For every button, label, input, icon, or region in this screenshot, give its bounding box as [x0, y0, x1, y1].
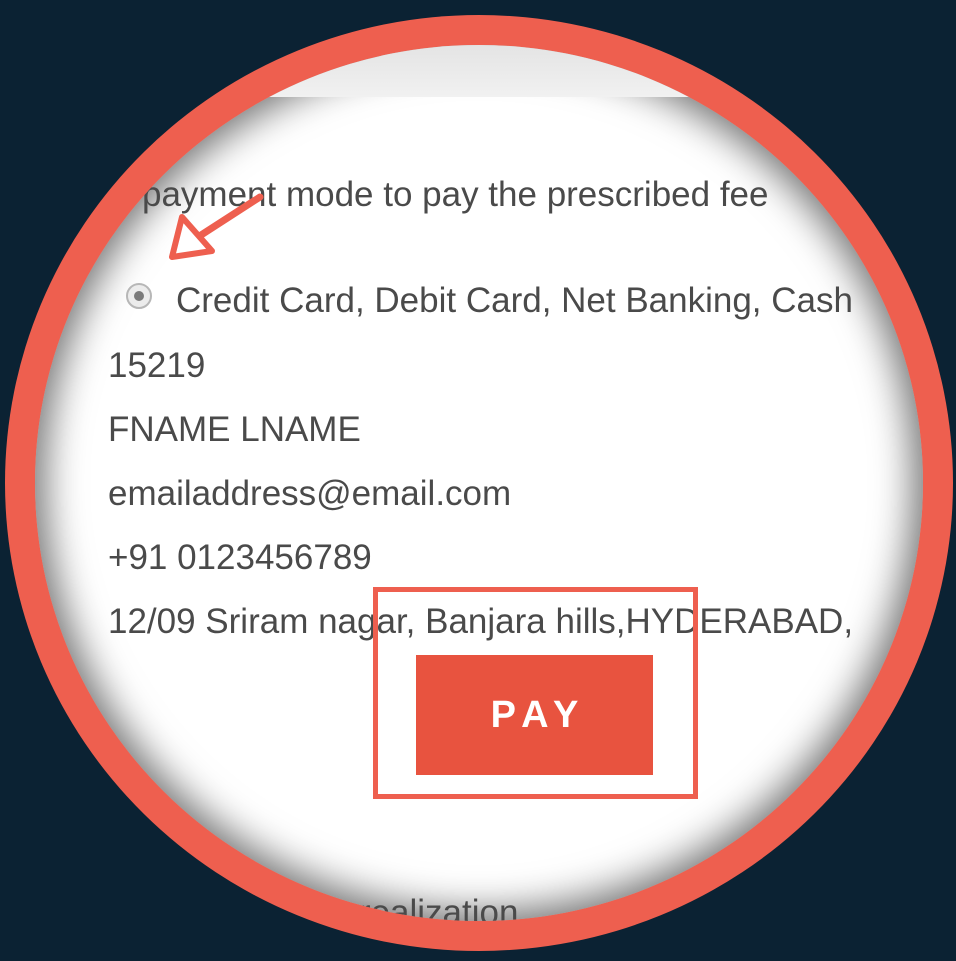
applicant-email: emailaddress@email.com [108, 474, 512, 513]
applicant-name: FNAME LNAME [108, 410, 361, 449]
footer-text: to realization. [320, 893, 529, 921]
pay-button[interactable]: PAY [416, 655, 653, 775]
payment-option-label[interactable]: Credit Card, Debit Card, Net Banking, Ca… [176, 281, 853, 321]
applicant-id: 15219 [108, 346, 206, 385]
applicant-phone: +91 0123456789 [108, 538, 372, 577]
header-band [35, 45, 923, 97]
arrow-down-left-icon [169, 193, 264, 260]
radio-selected-icon[interactable] [126, 283, 152, 309]
zoom-screenshot: payment mode to pay the prescribed fee C… [0, 0, 956, 961]
